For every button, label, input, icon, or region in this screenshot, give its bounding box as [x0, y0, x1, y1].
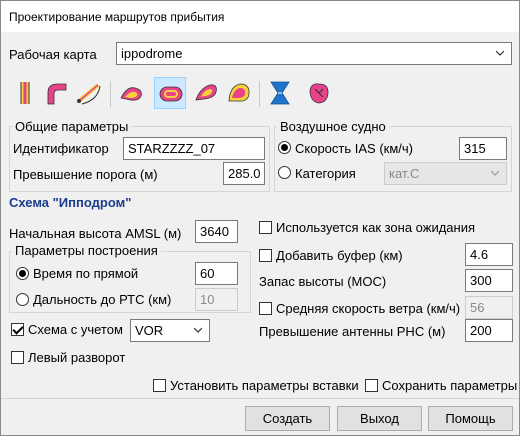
tool-racetrack[interactable] [154, 77, 186, 109]
wind-input[interactable]: 56 [465, 296, 513, 319]
identifier-input[interactable]: STARZZZZ_07 [123, 137, 265, 160]
arc-turn-icon [47, 83, 67, 105]
antenna-label: Превышение антенны РНС (м) [259, 324, 446, 339]
insert-params-checkbox[interactable] [153, 379, 166, 392]
chevron-down-icon [491, 170, 499, 176]
category-label: Категория [295, 166, 356, 181]
category-radio[interactable] [278, 166, 291, 179]
threshold-label: Превышение порога (м) [13, 167, 158, 182]
tool-holding-reversal[interactable] [303, 77, 335, 109]
wind-checkbox[interactable] [259, 302, 272, 315]
exit-button[interactable]: Выход [337, 406, 422, 431]
time-input[interactable]: 60 [195, 262, 238, 285]
chevron-down-icon [194, 327, 202, 333]
time-label: Время по прямой [33, 266, 139, 281]
tool-teardrop[interactable] [116, 77, 148, 109]
left-turn-label: Левый разворот [28, 350, 126, 365]
tool-dme-arc[interactable] [73, 77, 105, 109]
workmap-label: Рабочая карта [9, 47, 97, 62]
chevron-down-icon [496, 50, 504, 56]
identifier-label: Идентификатор [13, 141, 109, 156]
footer-divider [1, 398, 519, 399]
ias-radio[interactable] [278, 141, 291, 154]
workmap-value: ippodrome [121, 46, 183, 61]
amsl-input[interactable]: 3640 [195, 220, 238, 243]
create-button[interactable]: Создать [245, 406, 330, 431]
left-turn-checkbox[interactable] [11, 351, 24, 364]
navaid-value: VOR [135, 323, 164, 338]
save-params-label: Сохранить параметры [382, 378, 518, 393]
insert-params-label: Установить параметры вставки [170, 378, 359, 393]
window-title: Проектирование маршрутов прибытия [1, 1, 519, 32]
wind-label: Средняя скорость ветра (км/ч) [276, 301, 461, 316]
navaid-select[interactable]: VOR [130, 319, 210, 342]
scheme-with-label: Схема с учетом [28, 322, 123, 337]
procedure-turn-icon [228, 83, 250, 102]
amsl-label: Начальная высота AMSL (м) [9, 226, 182, 241]
tool-tacan[interactable] [264, 77, 296, 109]
buffer-label: Добавить буфер (км) [276, 248, 403, 263]
holding-reversal-icon [309, 83, 329, 104]
category-select[interactable]: кат.С [384, 162, 507, 185]
toolbar-separator [259, 81, 260, 107]
range-radio[interactable] [16, 293, 29, 306]
dme-arc-icon [77, 83, 101, 105]
build-params-title: Параметры построения [12, 243, 161, 258]
holding-label: Используется как зона ожидания [276, 220, 476, 235]
moc-input[interactable]: 300 [465, 269, 513, 292]
moc-label: Запас высоты (МОС) [259, 274, 387, 289]
route-design-dialog: Проектирование маршрутов прибытия Рабоча… [0, 0, 520, 436]
workmap-select[interactable]: ippodrome [116, 42, 512, 65]
racetrack-icon [159, 86, 183, 102]
straight-segment-icon [20, 82, 30, 104]
ias-input[interactable]: 315 [459, 137, 507, 160]
buffer-input[interactable]: 4.6 [465, 243, 513, 266]
scheme-title: Схема "Ипподром" [9, 195, 132, 210]
buffer-checkbox[interactable] [259, 249, 272, 262]
save-params-checkbox[interactable] [365, 379, 378, 392]
threshold-input[interactable]: 285.0 [223, 162, 265, 185]
ias-label: Скорость IAS (км/ч) [295, 141, 413, 156]
scheme-with-checkbox[interactable] [11, 323, 24, 336]
time-radio[interactable] [16, 267, 29, 280]
holding-checkbox[interactable] [259, 221, 272, 234]
teardrop-icon [120, 87, 142, 101]
toolbar-separator [110, 81, 111, 107]
tacan-icon [270, 81, 290, 105]
aircraft-title: Воздушное судно [277, 119, 389, 134]
base-turn-icon [195, 84, 217, 101]
tool-straight-segment[interactable] [9, 77, 41, 109]
antenna-input[interactable]: 200 [465, 319, 513, 342]
help-button[interactable]: Помощь [428, 406, 513, 431]
tool-procedure-turn[interactable] [223, 77, 255, 109]
tool-base-turn[interactable] [191, 77, 223, 109]
category-value: кат.С [389, 166, 420, 181]
range-input[interactable]: 10 [195, 288, 238, 311]
tool-arc-turn[interactable] [41, 77, 73, 109]
range-label: Дальность до РТС (км) [33, 292, 172, 307]
general-params-title: Общие параметры [12, 119, 132, 134]
